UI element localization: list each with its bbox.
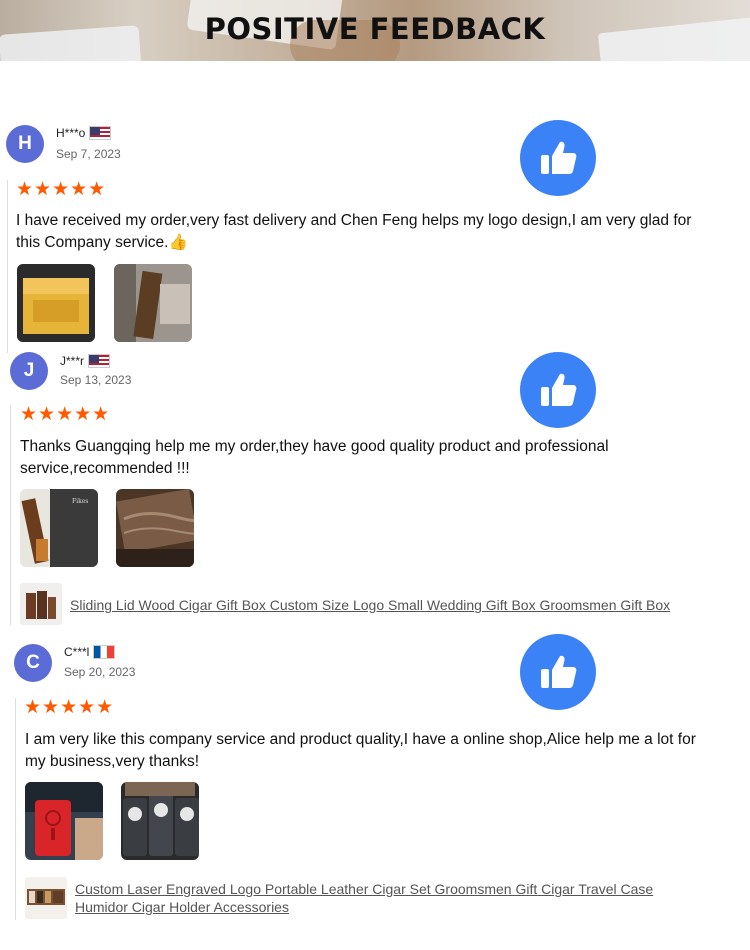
avatar: C (14, 644, 52, 682)
thumbs-up-icon[interactable] (520, 120, 596, 196)
review-text: I am very like this company service and … (25, 731, 696, 770)
us-flag-icon (89, 126, 112, 140)
reviewer-name: H***o (56, 126, 86, 140)
page-title: POSITIVE FEEDBACK (204, 12, 546, 46)
reviewer-name: J***r (60, 354, 85, 368)
us-flag-icon (88, 354, 111, 368)
review-photo[interactable] (121, 782, 199, 860)
star-rating: ★★★★★ (20, 404, 111, 425)
review-photo[interactable] (17, 264, 95, 342)
star-rating: ★★★★★ (24, 697, 115, 718)
product-thumbnail[interactable] (20, 583, 62, 625)
avatar: H (6, 125, 44, 163)
thumbs-up-icon[interactable] (520, 634, 596, 710)
product-link[interactable]: Custom Laser Engraved Logo Portable Leat… (75, 880, 675, 916)
review-text: I have received my order,very fast deliv… (16, 212, 692, 251)
review-photo[interactable] (25, 782, 103, 860)
review-date: Sep 13, 2023 (60, 373, 132, 387)
product-thumbnail[interactable] (25, 877, 67, 919)
thumbs-up-icon[interactable] (520, 352, 596, 428)
svg-text:Fikes: Fikes (72, 498, 88, 505)
review-text: Thanks Guangqing help me my order,they h… (20, 438, 609, 477)
review-date: Sep 20, 2023 (64, 665, 136, 679)
review-photo[interactable]: Fikes (20, 489, 98, 567)
review-date: Sep 7, 2023 (56, 147, 121, 161)
reviewer-name: C***l (64, 645, 90, 659)
header-banner: POSITIVE FEEDBACK (0, 0, 750, 61)
review-photo[interactable] (116, 489, 194, 567)
product-link[interactable]: Sliding Lid Wood Cigar Gift Box Custom S… (70, 596, 670, 614)
review-photo[interactable] (114, 264, 192, 342)
star-rating: ★★★★★ (16, 179, 107, 200)
avatar: J (10, 352, 48, 390)
france-flag-icon (93, 645, 116, 659)
